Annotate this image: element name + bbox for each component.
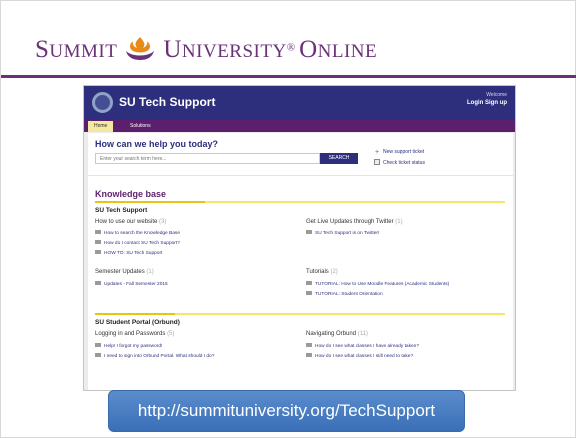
article-label: I need to sign into Orbund Portal. What …: [104, 354, 215, 359]
signup-link[interactable]: Sign up: [485, 100, 507, 106]
book-icon: [306, 281, 312, 285]
category-title[interactable]: Tutorials (2): [306, 269, 338, 275]
article-label: How do I contact SU Tech Support?: [104, 241, 180, 246]
book-icon: [95, 353, 101, 357]
category-count: (1): [146, 269, 154, 275]
article-link[interactable]: How do I contact SU Tech Support?: [95, 240, 180, 246]
category-title[interactable]: Navigating Orbund (11): [306, 331, 368, 337]
brand-text: NLINE: [317, 41, 378, 62]
summit-university-online-logo: SUMMIT UNIVERSITY® ONLINE: [35, 35, 377, 64]
help-heading: How can we help you today?: [95, 139, 219, 149]
header-rule: [1, 75, 576, 78]
nav-tabs: Home Solutions: [84, 120, 515, 132]
category-title[interactable]: Semester Updates (1): [95, 269, 154, 275]
article-label: How do I see what classes I have already…: [315, 344, 419, 349]
new-ticket-label: New support ticket: [383, 149, 425, 155]
article-label: Help! I forgot my password!: [104, 344, 163, 349]
book-icon: [306, 343, 312, 347]
welcome-text: Welcome: [486, 92, 507, 98]
tab-home[interactable]: Home: [88, 121, 114, 132]
book-icon: [95, 281, 101, 285]
article-link[interactable]: How do I see what classes I have already…: [306, 343, 419, 349]
plus-icon: +: [374, 149, 380, 156]
book-icon: [306, 291, 312, 295]
article-link[interactable]: Help! I forgot my password!: [95, 343, 162, 349]
brand-text: UMMIT: [49, 41, 118, 62]
check-status-link[interactable]: Check ticket status: [374, 159, 425, 166]
article-link[interactable]: HOW TO: SU Tech Support: [95, 250, 162, 256]
tech-support-screenshot: SU Tech Support Welcome Login Sign up Ho…: [83, 85, 516, 391]
article-label: TUTORIAL: Student Orientation: [315, 292, 383, 297]
article-link[interactable]: Updates - Fall Semester 2015: [95, 281, 168, 287]
url-banner[interactable]: http://summituniversity.org/TechSupport: [108, 390, 465, 432]
category-label: Tutorials: [306, 269, 329, 275]
search-input[interactable]: [95, 153, 320, 164]
brand-letter: U: [163, 36, 182, 63]
login-link[interactable]: Login: [467, 100, 483, 106]
section-title[interactable]: SU Student Portal (Orbund): [95, 319, 180, 326]
brand-text: NIVERSITY: [181, 41, 287, 62]
book-icon: [95, 343, 101, 347]
site-header: SU Tech Support Welcome Login Sign up: [84, 86, 515, 120]
book-icon: [95, 250, 101, 254]
book-icon: [306, 230, 312, 234]
article-label: SU Tech Support is on Twitter!: [315, 231, 380, 236]
article-label: Updates - Fall Semester 2015: [104, 282, 168, 287]
article-link[interactable]: How do I see what classes I still need t…: [306, 353, 413, 359]
category-label: How to use our website: [95, 219, 158, 225]
book-icon: [95, 240, 101, 244]
article-link[interactable]: TUTORIAL: How to Use Moodle Features (Ac…: [306, 281, 449, 287]
category-label: Semester Updates: [95, 269, 145, 275]
kb-rule-accent: [95, 201, 205, 203]
site-logo-icon: [92, 92, 113, 113]
section-rule-accent: [95, 313, 175, 315]
category-count: (1): [395, 219, 403, 225]
category-title[interactable]: How to use our website (3): [95, 219, 166, 225]
article-link[interactable]: SU Tech Support is on Twitter!: [306, 230, 379, 236]
kb-title: Knowledge base: [95, 189, 167, 199]
category-count: (5): [167, 331, 175, 337]
article-label: How to search the Knowledge Base: [104, 231, 180, 236]
brand-letter: S: [35, 36, 50, 63]
category-label: Get Live Updates through Twitter: [306, 219, 394, 225]
article-label: How do I see what classes I still need t…: [315, 354, 414, 359]
brand-letter: O: [299, 36, 318, 63]
category-title[interactable]: Logging in and Passwords (5): [95, 331, 174, 337]
summit-flame-logo-icon: [126, 37, 155, 60]
book-icon: [95, 230, 101, 234]
category-title[interactable]: Get Live Updates through Twitter (1): [306, 219, 403, 225]
category-count: (2): [330, 269, 338, 275]
category-label: Logging in and Passwords: [95, 331, 166, 337]
site-title[interactable]: SU Tech Support: [119, 95, 215, 109]
article-label: TUTORIAL: How to Use Moodle Features (Ac…: [315, 282, 450, 287]
page-body: How can we help you today? SEARCH +New s…: [88, 133, 513, 390]
book-icon: [306, 353, 312, 357]
category-label: Navigating Orbund: [306, 331, 357, 337]
registered-mark: ®: [286, 41, 296, 54]
category-count: (3): [159, 219, 167, 225]
divider: [88, 175, 513, 176]
article-label: HOW TO: SU Tech Support: [104, 251, 163, 256]
article-link[interactable]: How to search the Knowledge Base: [95, 230, 180, 236]
article-link[interactable]: TUTORIAL: Student Orientation: [306, 291, 383, 297]
article-link[interactable]: I need to sign into Orbund Portal. What …: [95, 353, 214, 359]
tab-solutions[interactable]: Solutions: [124, 121, 157, 132]
check-status-label: Check ticket status: [383, 160, 425, 166]
section-title[interactable]: SU Tech Support: [95, 207, 147, 214]
category-count: (11): [357, 331, 368, 337]
slide-header: SUMMIT UNIVERSITY® ONLINE: [1, 1, 576, 75]
ticket-icon: [374, 159, 380, 165]
auth-links: Login Sign up: [467, 100, 507, 106]
search-button[interactable]: SEARCH: [320, 153, 358, 164]
new-ticket-link[interactable]: + New support ticket: [374, 149, 424, 156]
slide: SUMMIT UNIVERSITY® ONLINE SU Tech Suppor…: [0, 0, 576, 438]
